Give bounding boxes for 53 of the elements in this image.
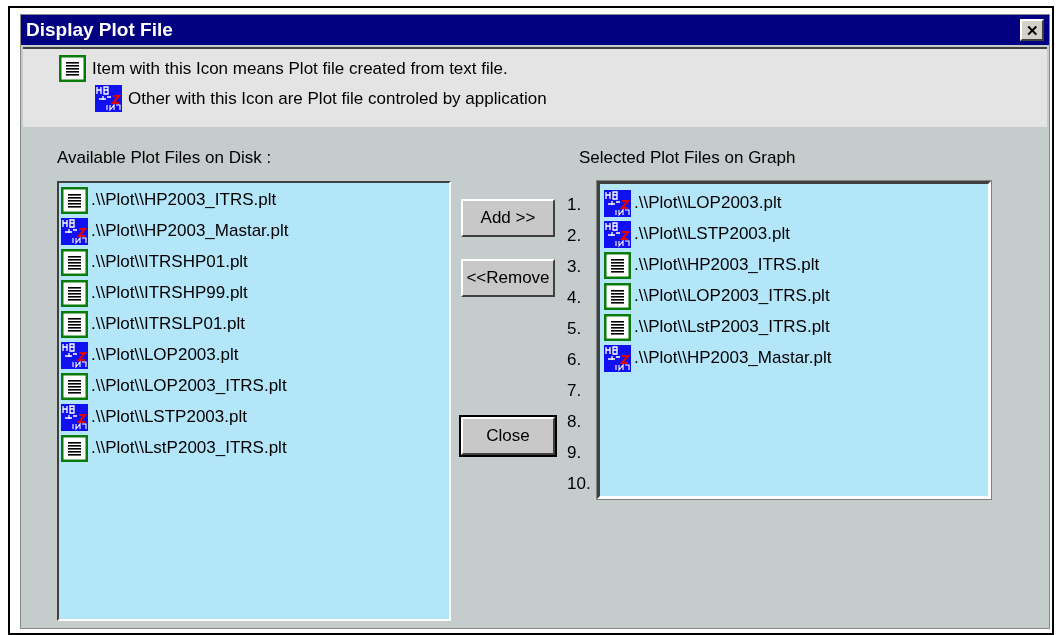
slot-number: 7. [567,379,583,402]
file-list-item[interactable]: .\\Plot\\LstP2003_ITRS.plt [634,314,830,340]
text-file-icon [61,310,88,338]
file-list-item[interactable]: .\\Plot\\LOP2003.plt [91,342,239,368]
slot-number: 10. [567,472,592,495]
list-label: Selected Plot Files on Graph [578,147,797,169]
slot-number: 9. [567,441,583,464]
file-list-item[interactable]: .\\Plot\\LstP2003_ITRS.plt [91,435,287,461]
slot-number: 6. [567,348,583,371]
text-file-icon [61,279,88,307]
application-file-icon [95,85,122,112]
slot-number: 8. [567,410,583,433]
text-file-icon [61,248,88,276]
file-list-item[interactable]: .\\Plot\\LOP2003_ITRS.plt [634,283,830,309]
legend-text: Other with this Icon are Plot file controled by application [128,87,547,110]
file-list-item[interactable]: .\\Plot\\ITRSLP01.plt [91,311,245,337]
slot-number: 3. [567,255,583,278]
application-file-icon [604,189,631,217]
application-file-icon [604,220,631,248]
text-file-icon [61,434,88,462]
file-list-item[interactable]: .\\Plot\\HP2003_ITRS.plt [91,187,277,213]
close-button[interactable]: ✕ [1020,19,1044,41]
application-file-icon [604,344,631,372]
file-list-item[interactable]: .\\Plot\\HP2003_Mastar.plt [634,345,832,371]
file-list-item[interactable]: .\\Plot\\ITRSHP99.plt [91,280,248,306]
legend-text: Item with this Icon means Plot file created from text file. [92,57,508,80]
text-file-icon [61,186,88,214]
selected-files-list[interactable]: .\\Plot\\LOP2003.plt .\\Plot\\LSTP2003.plt .\\Plot\\HP2003_ITRS.plt .\\Plot\\LOP2003_ITRS.plt .\\Plot\\LstP2003_ITRS.plt .\\Plot\\HP2003_Mastar.plt [597,180,991,499]
list-label: Available Plot Files on Disk : [57,147,273,169]
file-list-item[interactable]: .\\Plot\\LSTP2003.plt [91,404,247,430]
application-file-icon [61,341,88,369]
slot-number: 4. [567,286,583,309]
application-file-icon [61,217,88,245]
file-list-item[interactable]: .\\Plot\\ITRSHP01.plt [91,249,248,275]
file-list-item[interactable]: .\\Plot\\LOP2003.plt [634,190,782,216]
dialog-button[interactable]: <<Remove [461,259,555,297]
text-file-icon [59,55,86,82]
slot-number: 5. [567,317,583,340]
window-title: Display Plot File [26,17,173,42]
file-list-item[interactable]: .\\Plot\\HP2003_ITRS.plt [634,252,820,278]
slot-number: 1. [567,193,583,216]
dialog-button[interactable]: Add >> [461,199,555,237]
available-files-list[interactable] [57,180,451,621]
text-file-icon [604,313,631,341]
slot-number: 2. [567,224,583,247]
text-file-icon [604,282,631,310]
text-file-icon [604,251,631,279]
file-list-item[interactable]: .\\Plot\\LOP2003_ITRS.plt [91,373,287,399]
dialog-button[interactable]: Close [461,417,555,455]
application-file-icon [61,403,88,431]
text-file-icon [61,372,88,400]
file-list-item[interactable]: .\\Plot\\LSTP2003.plt [634,221,790,247]
file-list-item[interactable]: .\\Plot\\HP2003_Mastar.plt [91,218,289,244]
